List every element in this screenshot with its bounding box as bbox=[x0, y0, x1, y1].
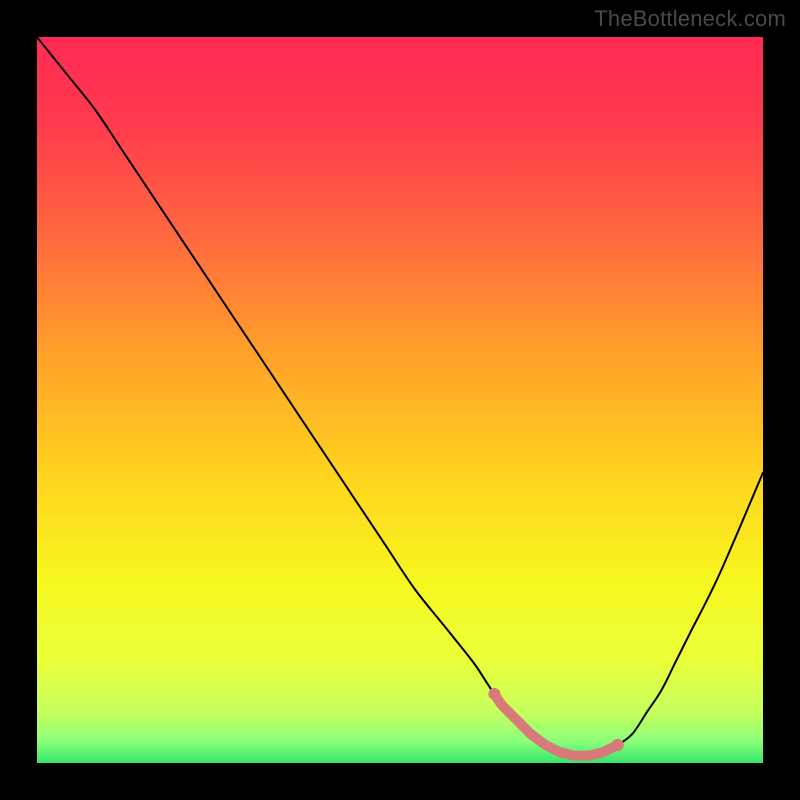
watermark-text: TheBottleneck.com bbox=[594, 6, 786, 32]
bottleneck-chart-svg bbox=[37, 37, 763, 763]
plot-area bbox=[37, 37, 763, 763]
optimal-range-end-dot bbox=[612, 739, 624, 751]
chart-frame: TheBottleneck.com bbox=[0, 0, 800, 800]
gradient-background bbox=[37, 37, 763, 763]
optimal-range-start-dot bbox=[488, 688, 500, 700]
